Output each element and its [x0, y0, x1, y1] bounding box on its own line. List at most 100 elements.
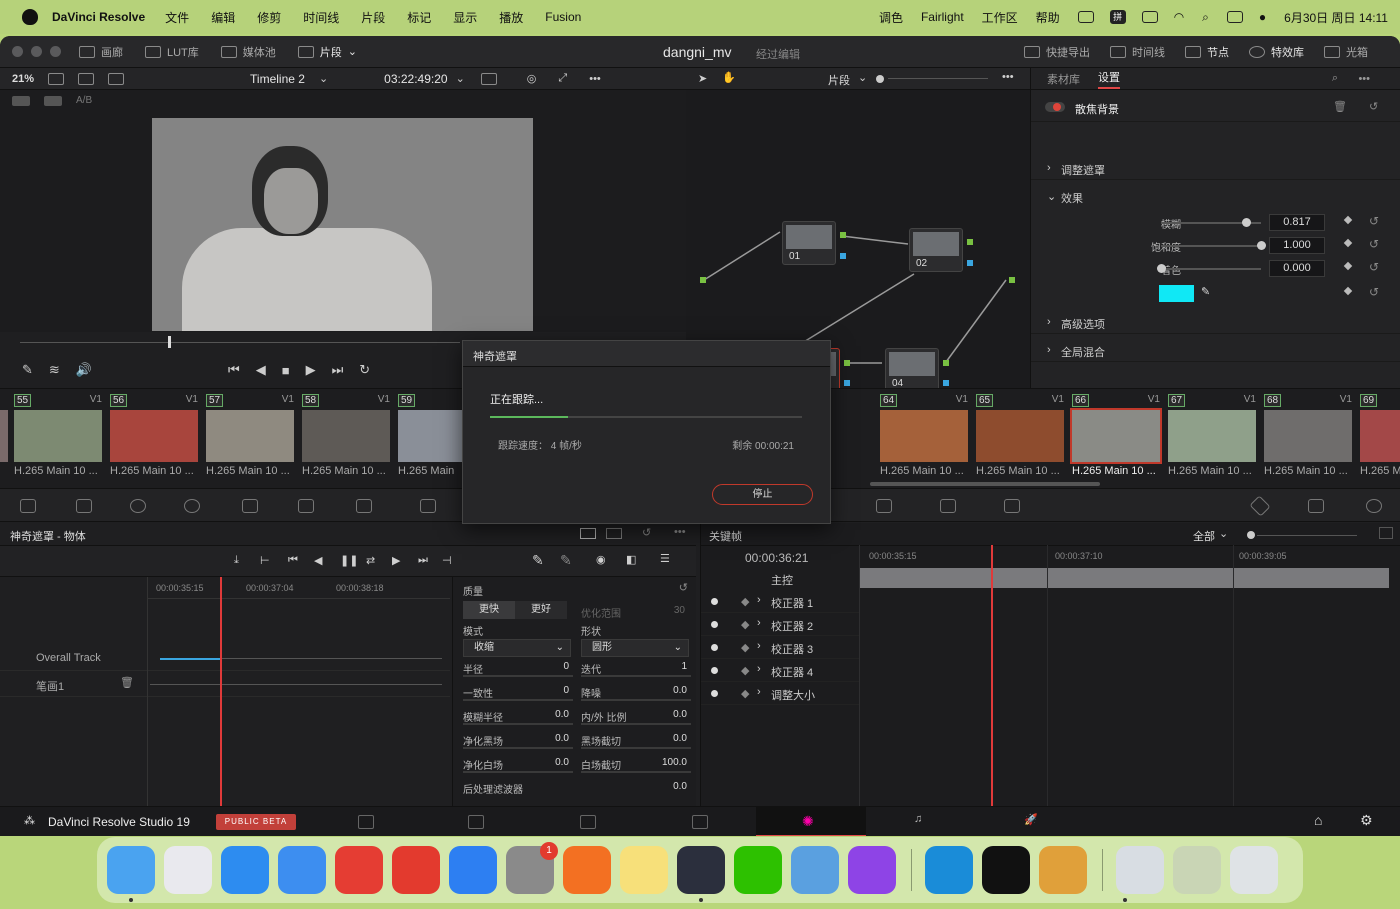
track-out-icon[interactable]: ⊣	[442, 554, 452, 567]
clean-black-value[interactable]: 0.0	[539, 733, 569, 744]
media-pool-button[interactable]: 媒体池	[220, 44, 276, 60]
keyframe-icon[interactable]	[1343, 261, 1353, 271]
section-effect[interactable]: ⌄ 效果	[1031, 186, 1400, 208]
node-more-icon[interactable]: •••	[1002, 71, 1014, 83]
menubar-clock[interactable]: 6月30日 周日 14:11	[1284, 9, 1388, 26]
notes-icon[interactable]	[620, 846, 668, 894]
keynote-icon[interactable]	[449, 846, 497, 894]
stop-icon[interactable]: ■	[282, 363, 290, 378]
keyframes-palette-icon[interactable]	[1249, 495, 1271, 517]
blur-radius-value[interactable]: 0.0	[539, 709, 569, 720]
wipe-icon[interactable]	[108, 72, 125, 85]
camera-raw-icon[interactable]	[20, 499, 36, 513]
clip-thumbnail-partial[interactable]	[0, 410, 8, 462]
white-clip-value[interactable]: 100.0	[657, 757, 687, 768]
youdao-icon[interactable]	[335, 846, 383, 894]
siri-icon[interactable]: ●	[1259, 10, 1266, 24]
loop-icon[interactable]: ↻	[359, 362, 370, 378]
keyframe-ruler[interactable]: 00:00:35:15 00:00:37:10 00:00:39:05	[859, 545, 1389, 567]
timeline-dropdown-icon[interactable]: ⌄	[319, 72, 328, 85]
master-keyframe-track[interactable]	[859, 568, 1389, 588]
deliver-page-icon[interactable]: 🚀	[1024, 813, 1038, 826]
black-clip-value[interactable]: 0.0	[657, 733, 687, 744]
safari-icon[interactable]	[221, 846, 269, 894]
edge-icon[interactable]	[925, 846, 973, 894]
mail-icon[interactable]	[278, 846, 326, 894]
apple-icon[interactable]	[22, 9, 38, 25]
volume-icon[interactable]: 🔊	[76, 362, 92, 378]
section-global-blend[interactable]: › 全局混合	[1031, 340, 1400, 362]
track-end-icon[interactable]: ⏭	[418, 554, 428, 567]
inspector-more-icon[interactable]: •••	[1358, 73, 1370, 85]
wifi-icon[interactable]: ◠	[1174, 10, 1184, 24]
eyedropper-icon[interactable]: ✎	[22, 362, 33, 378]
highlight-icon[interactable]	[480, 72, 497, 85]
menu-color[interactable]: 调色	[879, 9, 903, 26]
menu-view[interactable]: 显示	[453, 9, 477, 26]
filter-dropdown-icon[interactable]: ⌄	[1219, 527, 1228, 540]
keyframe-master-row[interactable]: 主控	[701, 567, 859, 590]
zoom-level[interactable]: 21%	[12, 73, 34, 85]
track-pause-icon[interactable]: ❚❚	[340, 554, 358, 567]
track-start-icon[interactable]: ⏮	[288, 554, 298, 567]
menu-help[interactable]: 帮助	[1036, 9, 1060, 26]
timeline-button[interactable]: 时间线	[1110, 44, 1165, 60]
hand-icon[interactable]: ✋	[722, 71, 736, 84]
clip-thumbnail[interactable]: 64 V1 H.265 Main 10 ...	[876, 392, 972, 482]
menu-edit[interactable]: 编辑	[211, 9, 235, 26]
keyframe-row-corrector-4[interactable]: ◆ › 校正器 4	[701, 659, 859, 682]
settings-gear-icon[interactable]: ⚙	[1360, 812, 1373, 829]
clip-thumbnail[interactable]: 65 V1 H.265 Main 10 ...	[972, 392, 1068, 482]
fusion-page-icon[interactable]	[692, 815, 708, 829]
mask-view-icon[interactable]	[606, 528, 622, 539]
clip-thumbnail[interactable]: 58 V1 H.265 Main 10 ...	[298, 392, 394, 482]
mask-overlay-icon[interactable]	[580, 528, 596, 539]
reverse-play-icon[interactable]: ◀	[256, 362, 266, 378]
play-icon[interactable]: ▶	[306, 362, 316, 378]
keyframes-expand-icon[interactable]	[1379, 527, 1393, 539]
track-mark-icon[interactable]: ⊢	[260, 554, 270, 567]
video-frame[interactable]	[152, 118, 533, 331]
node-mode-select[interactable]: 片段	[828, 72, 850, 88]
help-icon[interactable]	[1173, 846, 1221, 894]
color-match-icon[interactable]	[76, 499, 92, 513]
input-method-icon[interactable]: 拼	[1109, 10, 1126, 24]
close-button[interactable]	[12, 46, 23, 57]
effects-library-button[interactable]: 特效库	[1249, 44, 1304, 60]
section-advanced[interactable]: › 高级选项	[1031, 312, 1400, 334]
mask-invert-icon[interactable]: ◧	[626, 553, 636, 566]
blur-value[interactable]: 0.817	[1269, 214, 1325, 231]
quality-faster[interactable]: 更快	[463, 601, 515, 619]
post-filter-value[interactable]: 0.0	[657, 781, 687, 792]
davinci-icon[interactable]	[677, 846, 725, 894]
mask-ruler[interactable]: 00:00:35:15 00:00:37:04 00:00:38:18	[148, 577, 450, 599]
track-overall[interactable]: Overall Track	[0, 645, 450, 671]
color-warper-icon[interactable]	[420, 499, 436, 513]
color-wheels-icon[interactable]	[130, 499, 146, 513]
track-forward-icon[interactable]: ▶	[392, 554, 400, 567]
feedback-icon[interactable]	[848, 846, 896, 894]
eyedropper-icon[interactable]: ✎	[1201, 285, 1210, 298]
quality-better[interactable]: 更好	[515, 601, 567, 619]
mode-select[interactable]: 收缩 ⌄	[463, 639, 571, 657]
spotlight-icon[interactable]: ⌕	[1202, 10, 1209, 25]
clip-thumbnail[interactable]: 57 V1 H.265 Main 10 ...	[202, 392, 298, 482]
reset-effect-icon[interactable]: ↺	[1369, 100, 1378, 113]
remove-stroke-icon[interactable]: ✎	[560, 552, 572, 569]
nodes-button[interactable]: 节点	[1185, 44, 1229, 60]
source-output-dot[interactable]	[700, 277, 706, 283]
cut-page-icon[interactable]	[468, 815, 484, 829]
node-zoom-slider[interactable]	[876, 75, 884, 83]
keyframe-row-corrector-2[interactable]: ◆ › 校正器 2	[701, 613, 859, 636]
color-wheel-icon[interactable]: ◎	[527, 72, 537, 85]
control-center-icon[interactable]	[1226, 11, 1243, 23]
clip-thumbnail[interactable]: 56 V1 H.265 Main 10 ...	[106, 392, 202, 482]
track-reverse-icon[interactable]: ◀	[314, 554, 322, 567]
quick-export-button[interactable]: 快捷导出	[1024, 44, 1090, 60]
split-viewer-icon[interactable]	[78, 72, 95, 85]
denoise-value[interactable]: 0.0	[657, 685, 687, 696]
blur-palette-icon[interactable]	[876, 499, 892, 513]
keyframe-playhead[interactable]	[991, 545, 993, 806]
fullscreen-icon[interactable]: ⤢	[558, 72, 567, 85]
inspector-search-icon[interactable]: ⌕	[1332, 72, 1338, 85]
